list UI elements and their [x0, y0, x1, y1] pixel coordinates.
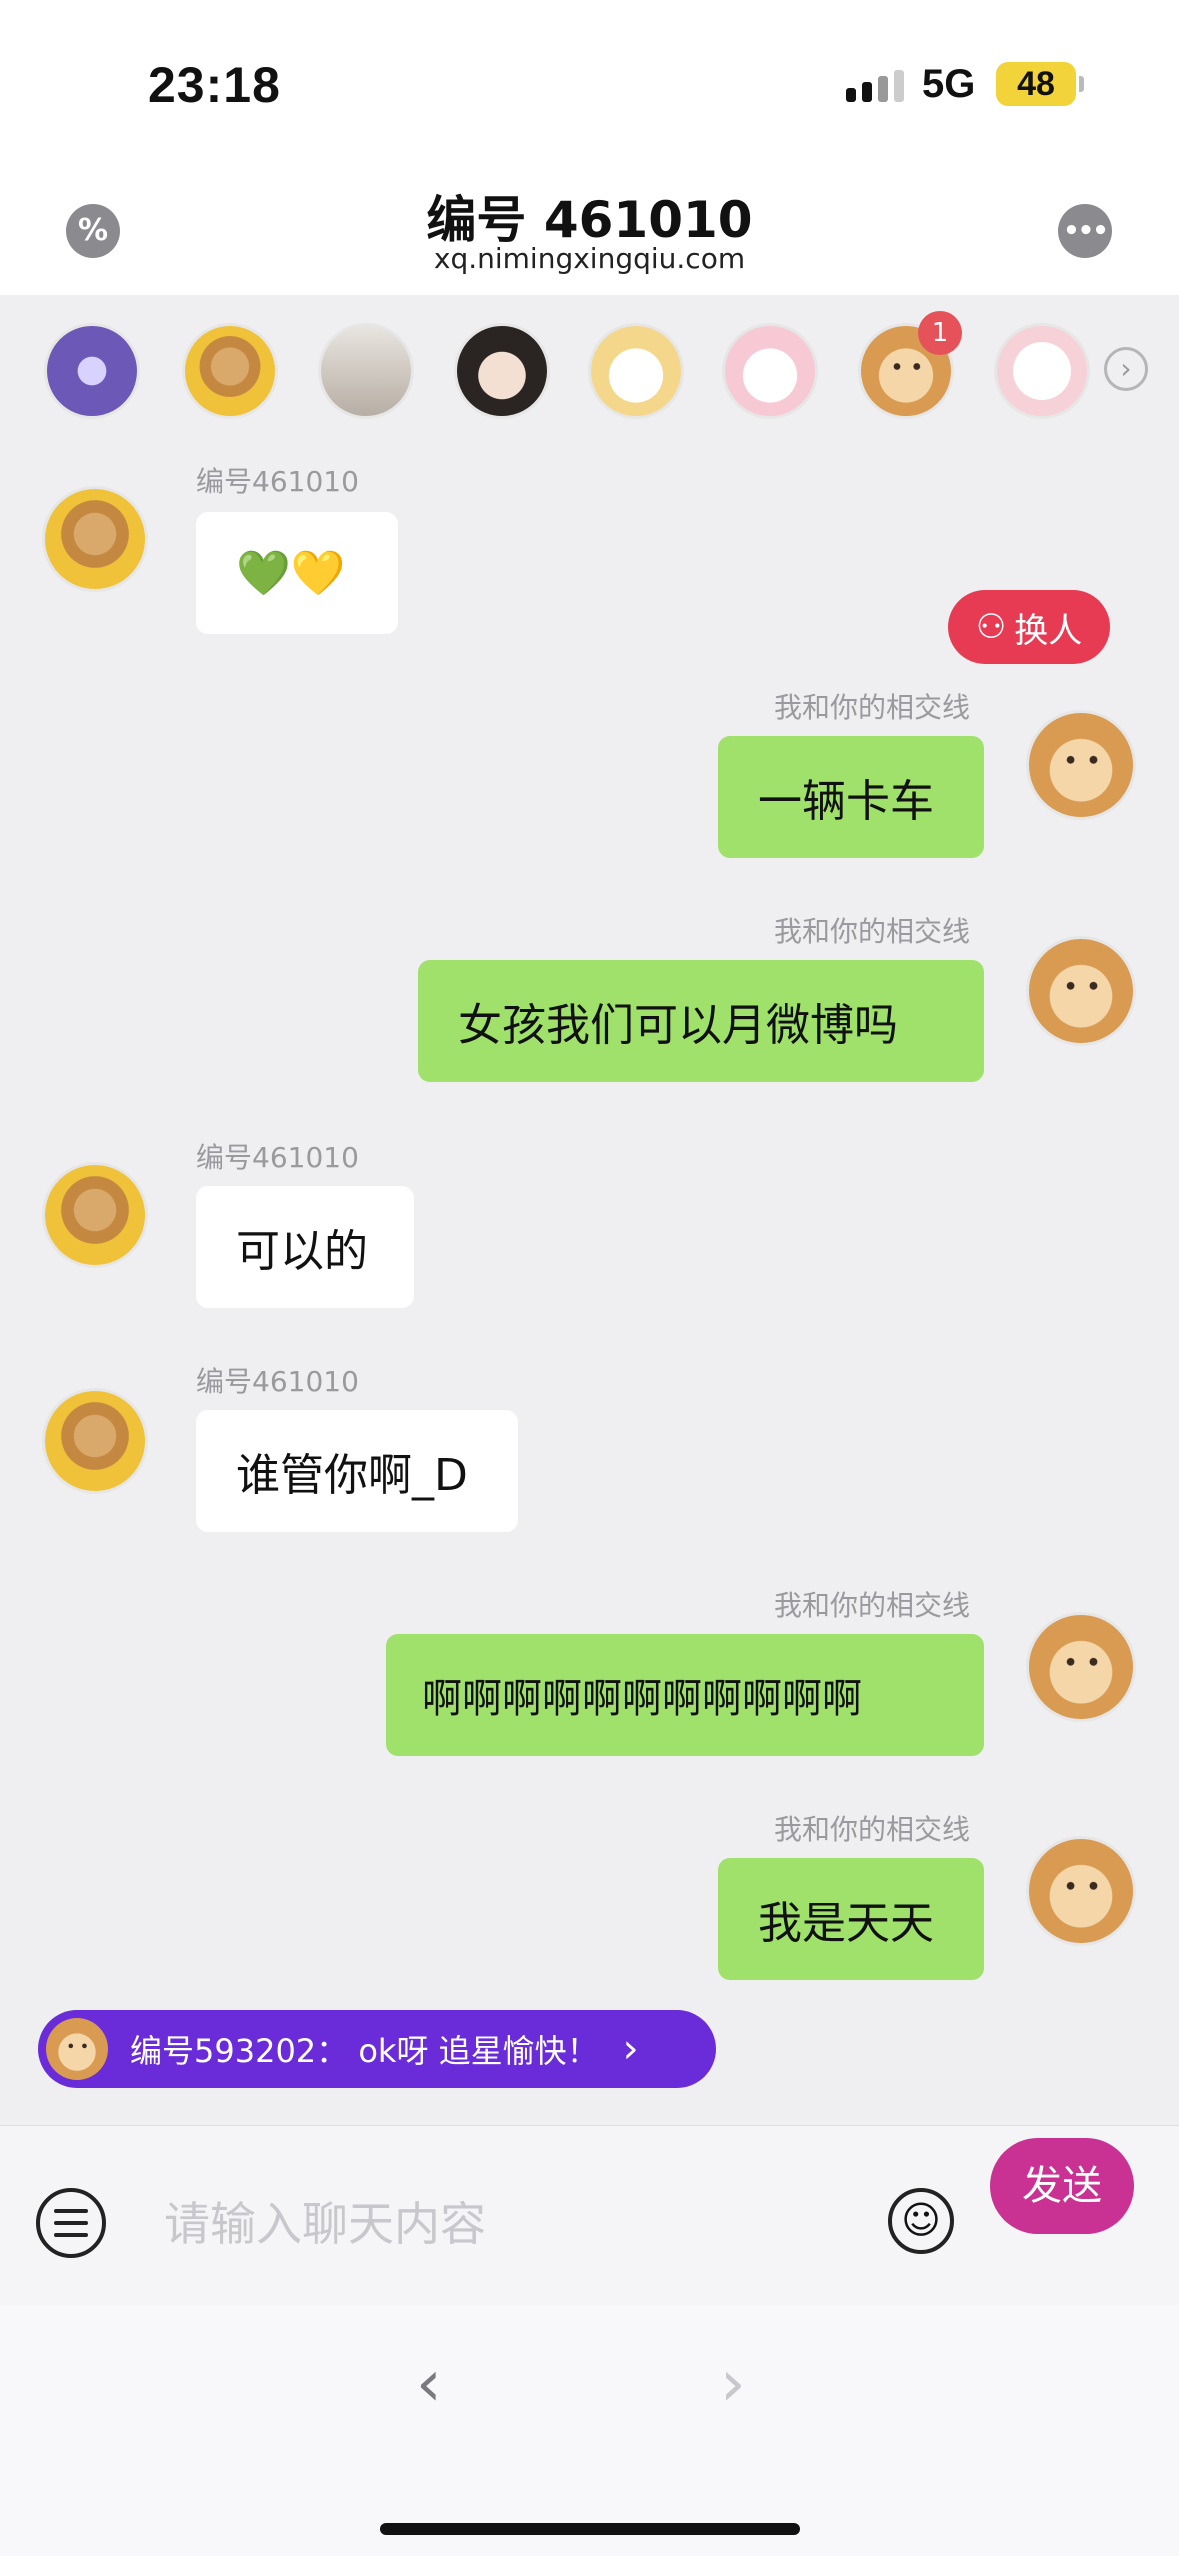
menu-icon[interactable] — [36, 2188, 106, 2258]
chevron-right-icon: › — [622, 2026, 639, 2072]
swap-label: 换人 — [1014, 610, 1083, 651]
battery-icon: 48 — [996, 62, 1084, 106]
avatar[interactable] — [722, 323, 818, 419]
sender-name: 编号461010 — [196, 1141, 359, 1174]
avatar[interactable] — [182, 323, 278, 419]
emoji-icon[interactable]: ☺ — [888, 2188, 954, 2254]
message-bubble: 女孩我们可以月微博吗 — [418, 960, 984, 1082]
home-indicator — [380, 2523, 800, 2535]
avatar[interactable] — [42, 1162, 148, 1268]
sender-name: 我和你的相交线 — [774, 691, 971, 724]
sender-name: 我和你的相交线 — [774, 1589, 971, 1622]
message-bubble: 一辆卡车 — [718, 736, 984, 858]
signal-icon — [846, 70, 904, 102]
status-time: 23:18 — [148, 57, 281, 113]
avatar[interactable] — [1026, 1612, 1136, 1722]
more-dots-icon[interactable]: ••• — [1058, 204, 1112, 258]
send-button[interactable]: 发送 — [990, 2138, 1134, 2234]
avatar[interactable] — [1026, 936, 1136, 1046]
status-bar: 23:18 5G 48 — [0, 0, 1179, 170]
chat-input[interactable]: 请输入聊天内容 — [164, 2188, 486, 2254]
avatar[interactable] — [42, 486, 148, 592]
swap-icon: ⚇ — [975, 607, 1007, 647]
sender-name: 编号461010 — [196, 465, 359, 498]
avatar[interactable] — [1026, 1836, 1136, 1946]
avatar[interactable] — [318, 323, 414, 419]
forward-icon[interactable]: › — [720, 2347, 746, 2421]
message-bubble: 可以的 — [196, 1186, 414, 1308]
message-bubble: 我是天天 — [718, 1858, 984, 1980]
planet-avatar[interactable] — [44, 323, 140, 419]
sender-name: 我和你的相交线 — [774, 915, 971, 948]
message-bubble: 谁管你啊_D — [196, 1410, 518, 1532]
avatar[interactable] — [1026, 710, 1136, 820]
avatar[interactable] — [588, 323, 684, 419]
chat-header: % 编号 461010 xq.nimingxingqiu.com ••• — [0, 170, 1179, 295]
page-subtitle: xq.nimingxingqiu.com — [433, 242, 746, 275]
sender-name: 编号461010 — [196, 1365, 359, 1398]
notification-text: 编号593202： ok呀 追星愉快！ — [130, 2032, 599, 2070]
browser-toolbar: ‹ › — [0, 2305, 1179, 2556]
sender-name: 我和你的相交线 — [774, 1813, 971, 1846]
unread-badge: 1 — [918, 311, 962, 355]
avatar — [46, 2018, 108, 2080]
message-bubble: 💚💛 — [196, 512, 398, 634]
notification-banner[interactable]: 编号593202： ok呀 追星愉快！ › — [38, 2010, 716, 2088]
avatar[interactable] — [42, 1388, 148, 1494]
chevron-right-icon[interactable]: › — [1104, 347, 1148, 391]
avatar-list: 1 › — [0, 295, 1179, 445]
network-label: 5G — [922, 62, 976, 106]
avatar[interactable] — [994, 323, 1090, 419]
input-bar: 请输入聊天内容 ☺ 发送 — [0, 2125, 1179, 2305]
avatar[interactable] — [454, 323, 550, 419]
message-bubble: 啊啊啊啊啊啊啊啊啊啊啊 — [386, 1634, 984, 1756]
swap-person-button[interactable]: ⚇ 换人 — [948, 590, 1110, 664]
back-icon[interactable]: ‹ — [416, 2347, 442, 2421]
